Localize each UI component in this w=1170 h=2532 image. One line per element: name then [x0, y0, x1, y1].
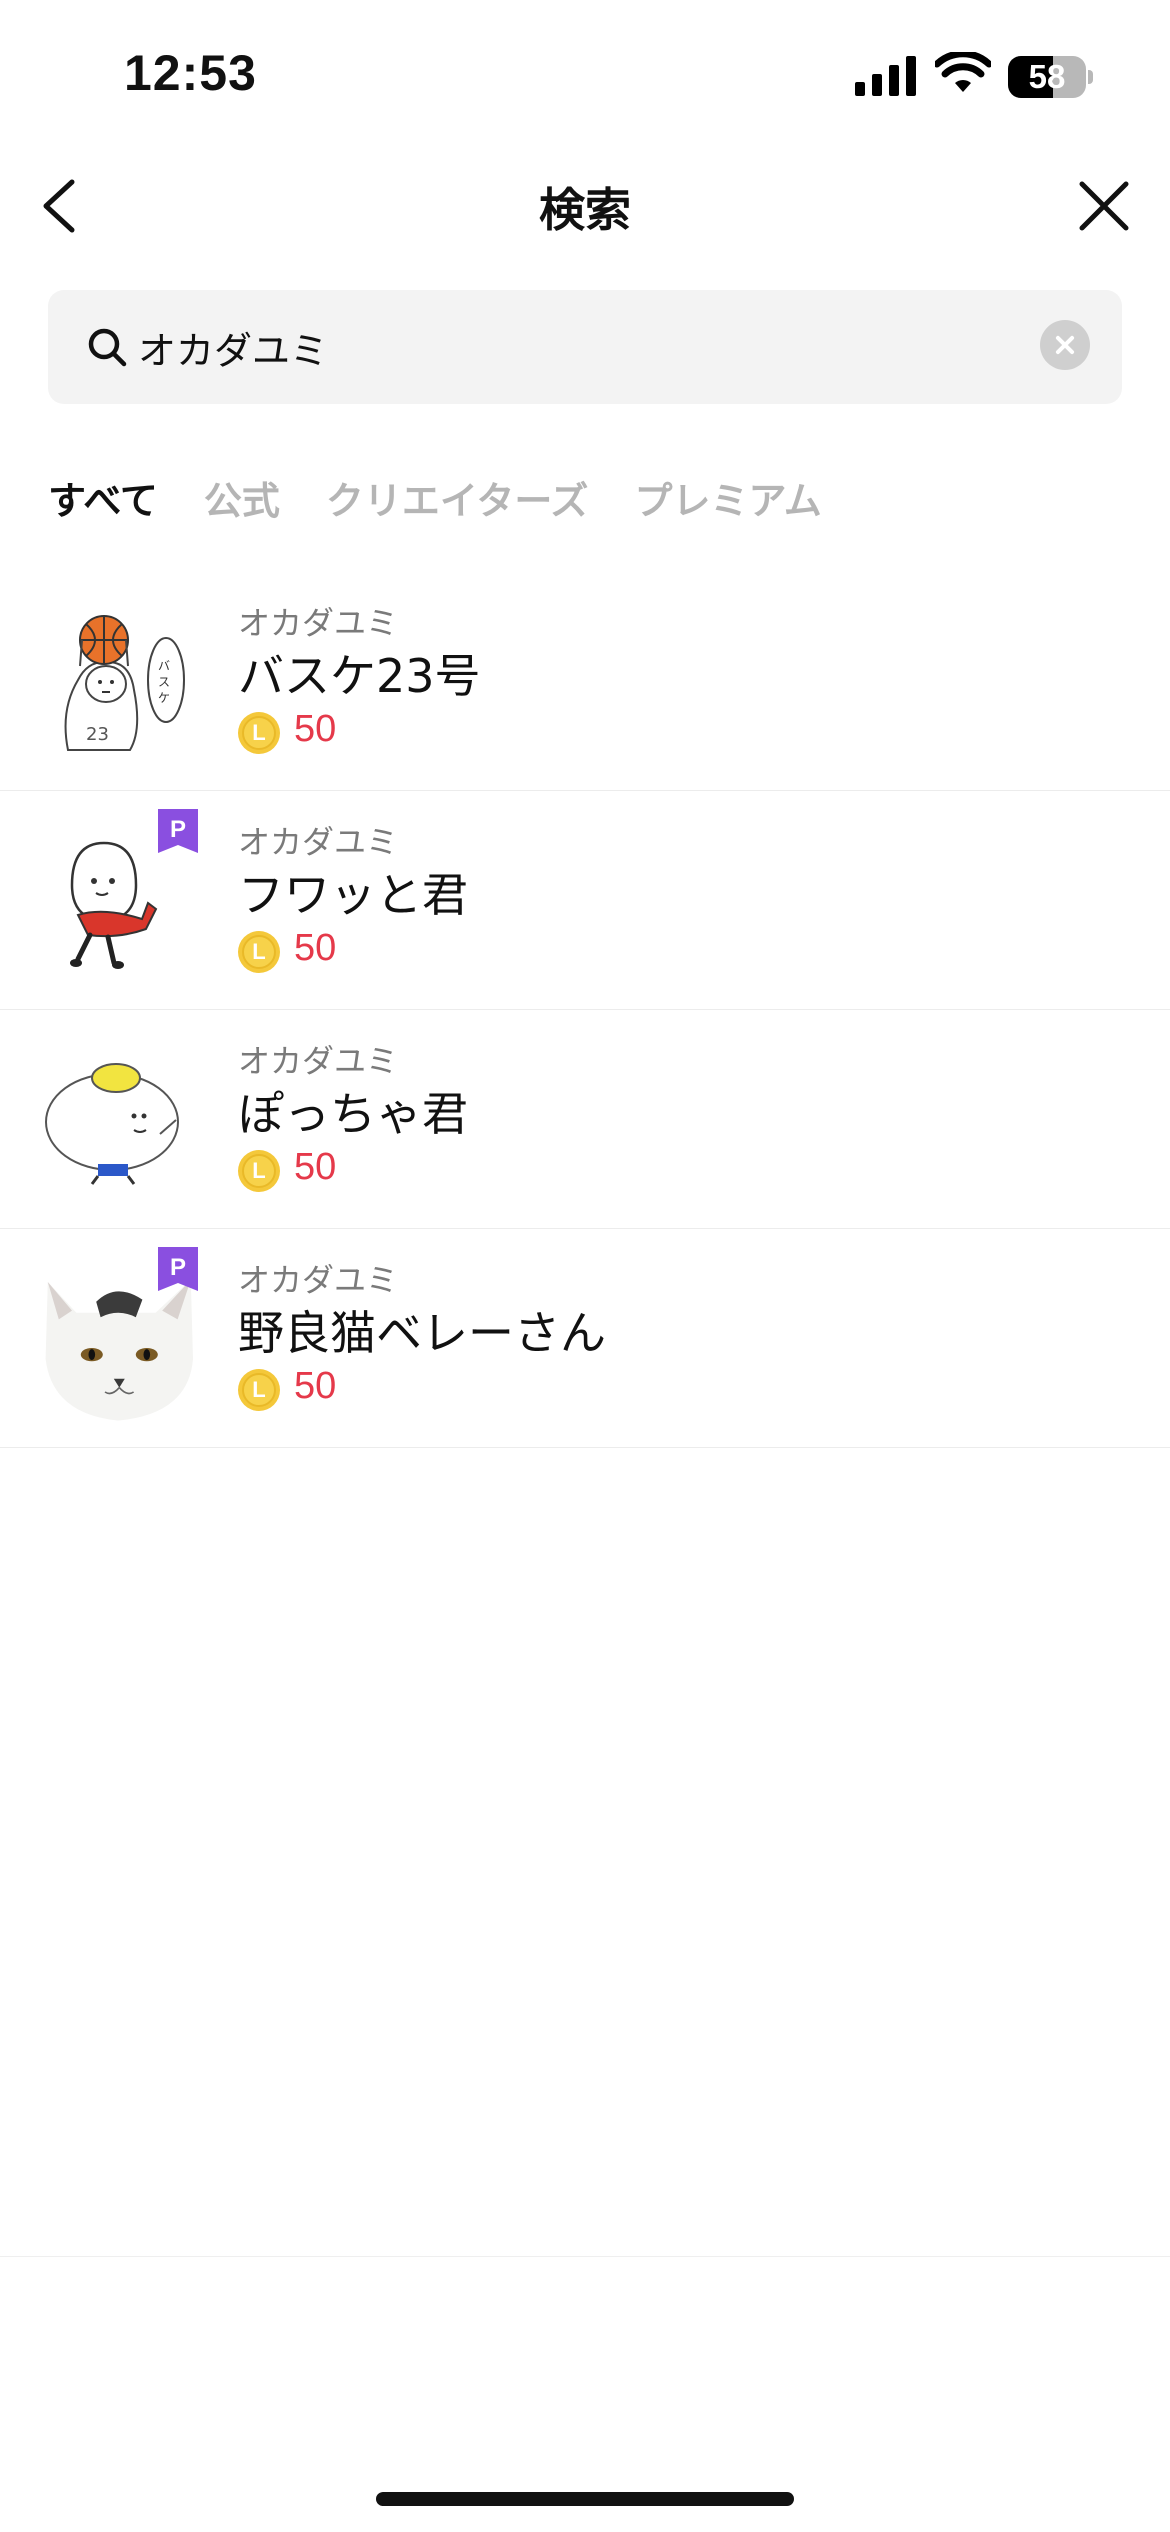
- coin-icon: L: [238, 1150, 280, 1192]
- sticker-name: ぽっちゃ君: [238, 1087, 468, 1141]
- svg-text:23: 23: [86, 724, 109, 745]
- tab-creators[interactable]: クリエイターズ: [326, 470, 589, 530]
- sticker-name: バスケ23号: [238, 649, 481, 703]
- list-item[interactable]: P オカダユミ 野良猫ベレーさん L 50: [0, 1229, 1170, 1448]
- home-indicator[interactable]: [376, 2492, 794, 2506]
- author-name: オカダユミ: [238, 823, 399, 861]
- header: 検索: [0, 160, 1170, 252]
- wifi-icon: [935, 52, 991, 92]
- price: 50: [294, 708, 337, 750]
- premium-badge: P: [158, 1247, 198, 1291]
- author-name: オカダユミ: [238, 1042, 399, 1080]
- clear-icon[interactable]: [1040, 320, 1090, 370]
- battery-icon: 58: [1008, 56, 1093, 98]
- signal-icon: [855, 56, 916, 96]
- search-input[interactable]: [138, 312, 1038, 382]
- premium-badge: P: [158, 809, 198, 853]
- list-item[interactable]: P オカダユミ フワッと君 L 50: [0, 791, 1170, 1010]
- result-list: バ ス ケ 23 オカダユミ バスケ23号 L 50 P オカダユミ フワッと君…: [0, 572, 1170, 1448]
- list-item[interactable]: バ ス ケ 23 オカダユミ バスケ23号 L 50: [0, 572, 1170, 791]
- tab-all[interactable]: すべて: [48, 470, 158, 530]
- search-bar: [48, 290, 1122, 404]
- sticker-thumbnail-basketball: バ ス ケ 23: [64, 615, 185, 751]
- divider: [0, 2256, 1170, 2257]
- tab-official[interactable]: 公式: [204, 470, 280, 530]
- sticker-name: 野良猫ベレーさん: [238, 1306, 606, 1360]
- svg-text:P: P: [170, 1254, 186, 1281]
- svg-text:ス: ス: [158, 675, 170, 689]
- price: 50: [294, 1365, 337, 1407]
- search-icon: [88, 328, 127, 367]
- svg-text:バ: バ: [158, 659, 170, 673]
- sticker-name: フワッと君: [238, 868, 468, 922]
- tab-premium[interactable]: プレミアム: [634, 470, 821, 530]
- svg-text:P: P: [170, 816, 186, 843]
- close-icon[interactable]: [1070, 172, 1138, 240]
- coin-icon: L: [238, 712, 280, 754]
- status-bar: 12:53 58: [0, 0, 1170, 150]
- filter-tabs: すべて 公式 クリエイターズ プレミアム: [48, 470, 822, 530]
- coin-icon: L: [238, 1369, 280, 1411]
- svg-text:ケ: ケ: [158, 691, 170, 705]
- page-title: 検索: [539, 183, 631, 237]
- price: 50: [294, 927, 337, 969]
- coin-icon: L: [238, 931, 280, 973]
- author-name: オカダユミ: [238, 1261, 399, 1299]
- list-item[interactable]: オカダユミ ぽっちゃ君 L 50: [0, 1010, 1170, 1229]
- price: 50: [294, 1146, 337, 1188]
- battery-level: 58: [1028, 58, 1066, 95]
- status-time: 12:53: [124, 45, 257, 101]
- author-name: オカダユミ: [238, 604, 399, 642]
- sticker-thumbnail-chubby: [45, 1063, 179, 1185]
